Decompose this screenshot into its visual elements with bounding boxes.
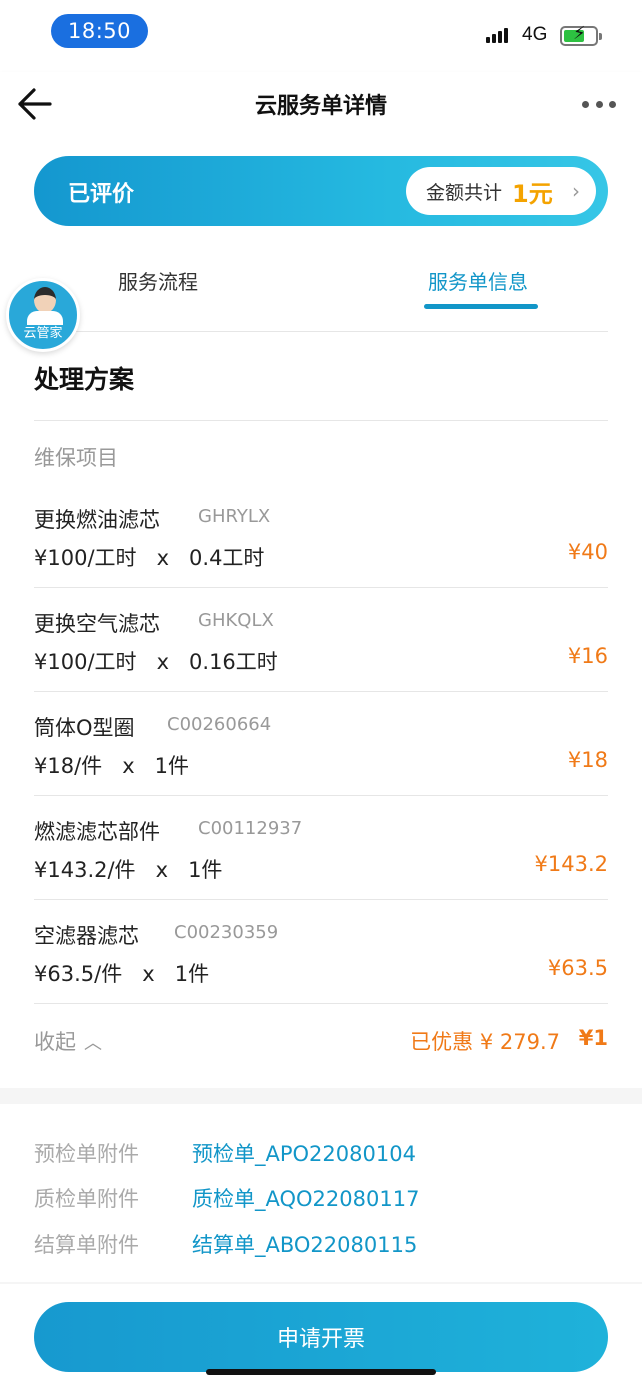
item-quantity: 0.16工时 [189, 650, 278, 674]
item-name: 燃滤滤芯部件 [34, 820, 160, 844]
tab-service-flow[interactable]: 服务流程 [118, 266, 198, 295]
item-unit-price: ¥18/件 [34, 754, 103, 778]
item-price: ¥18 [567, 748, 608, 772]
item-quantity: 1件 [154, 754, 190, 778]
status-bar: 18:50 4G ⚡ [0, 0, 642, 72]
amount-button[interactable]: 金额共计 1元 › [406, 167, 596, 215]
item-name: 筒体O型圈 [34, 716, 135, 740]
item-quantity: 0.4工时 [189, 546, 265, 570]
attachment-link[interactable]: 结算单_ABO22080115 [192, 1229, 417, 1259]
battery-icon: ⚡ [560, 25, 602, 46]
item-times: x [155, 858, 169, 882]
amount-value: 1元 [512, 179, 553, 208]
maintenance-subhead: 维保项目 [34, 446, 118, 470]
item-times: x [142, 962, 155, 986]
item-unit-price: ¥100/工时 [34, 650, 137, 674]
section-title: 处理方案 [34, 365, 135, 394]
item-code: C00260664 [167, 714, 272, 735]
chevron-right-icon: › [572, 179, 580, 203]
tab-active-indicator [424, 304, 538, 309]
item-formula: ¥143.2/件 x 1件 [34, 854, 222, 884]
maintenance-items: 更换燃油滤芯 GHRYLX ¥100/工时 x 0.4工时 ¥40 更换空气滤芯… [34, 484, 608, 1004]
more-icon[interactable] [582, 92, 616, 116]
nav-bar: 云服务单详情 [0, 72, 642, 138]
home-indicator [206, 1369, 436, 1375]
item-code: GHRYLX [198, 506, 271, 527]
item-code: C00112937 [198, 818, 303, 839]
tab-bar: 服务流程 服务单信息 [34, 248, 608, 332]
item-price: ¥16 [567, 644, 608, 668]
status-time: 18:50 [51, 14, 148, 48]
attachment-label: 质检单附件 [34, 1187, 139, 1211]
item-times: x [156, 546, 169, 570]
apply-invoice-button[interactable]: 申请开票 [34, 1302, 608, 1372]
item-price: ¥143.2 [534, 852, 608, 876]
item-formula: ¥63.5/件 x 1件 [34, 958, 209, 988]
chevron-up-icon: ︿ [84, 1033, 102, 1054]
summary-row: 收起 ︿ 已优惠 ¥ 279.7 ¥1 [34, 1008, 608, 1068]
item-price: ¥40 [567, 540, 608, 564]
total-amount: ¥1 [578, 1026, 608, 1050]
item-unit-price: ¥100/工时 [34, 546, 137, 570]
status-card: 已评价 金额共计 1元 › [34, 156, 608, 226]
discount-text: 已优惠 ¥ 279.7 [410, 1030, 560, 1054]
item-formula: ¥100/工时 x 0.16工时 [34, 646, 278, 676]
list-item: 更换空气滤芯 GHKQLX ¥100/工时 x 0.16工时 ¥16 [34, 588, 608, 692]
signal-icon [486, 28, 508, 43]
bottom-bar: 申请开票 [0, 1284, 642, 1389]
collapse-label: 收起 [34, 1030, 76, 1054]
assistant-avatar-icon [34, 287, 56, 313]
attachments-section: 预检单附件 预检单_APO22080104 质检单附件 质检单_AQO22080… [0, 1104, 642, 1282]
attachment-label: 预检单附件 [34, 1142, 139, 1166]
item-formula: ¥18/件 x 1件 [34, 750, 189, 780]
item-name: 更换空气滤芯 [34, 612, 160, 636]
item-unit-price: ¥63.5/件 [34, 962, 123, 986]
item-formula: ¥100/工时 x 0.4工时 [34, 542, 264, 572]
assistant-label: 云管家 [23, 326, 63, 341]
list-item: 空滤器滤芯 C00230359 ¥63.5/件 x 1件 ¥63.5 [34, 900, 608, 1004]
order-status: 已评价 [68, 182, 135, 207]
item-name: 空滤器滤芯 [34, 924, 139, 948]
item-quantity: 1件 [188, 858, 223, 882]
attachment-link[interactable]: 质检单_AQO22080117 [192, 1183, 419, 1213]
amount-label: 金额共计 [426, 181, 503, 204]
list-item: 筒体O型圈 C00260664 ¥18/件 x 1件 ¥18 [34, 692, 608, 796]
item-code: C00230359 [174, 922, 279, 943]
network-label: 4G [522, 24, 548, 45]
collapse-button[interactable]: 收起 ︿ [34, 1026, 102, 1056]
list-item: 燃滤滤芯部件 C00112937 ¥143.2/件 x 1件 ¥143.2 [34, 796, 608, 900]
main-content: 已评价 金额共计 1元 › 服务流程 服务单信息 云管家 处理方案 维保项目 更… [0, 138, 642, 1088]
attachment-label: 结算单附件 [34, 1233, 139, 1257]
item-code: GHKQLX [198, 610, 274, 631]
tab-order-info[interactable]: 服务单信息 [428, 266, 528, 295]
item-quantity: 1件 [174, 962, 210, 986]
item-times: x [156, 650, 169, 674]
page-title: 云服务单详情 [254, 94, 387, 119]
item-unit-price: ¥143.2/件 [34, 858, 136, 882]
divider [34, 420, 608, 421]
item-name: 更换燃油滤芯 [34, 508, 160, 532]
attachment-link[interactable]: 预检单_APO22080104 [192, 1138, 416, 1168]
item-times: x [122, 754, 135, 778]
assistant-button[interactable]: 云管家 [6, 278, 80, 352]
item-price: ¥63.5 [547, 956, 608, 980]
list-item: 更换燃油滤芯 GHRYLX ¥100/工时 x 0.4工时 ¥40 [34, 484, 608, 588]
